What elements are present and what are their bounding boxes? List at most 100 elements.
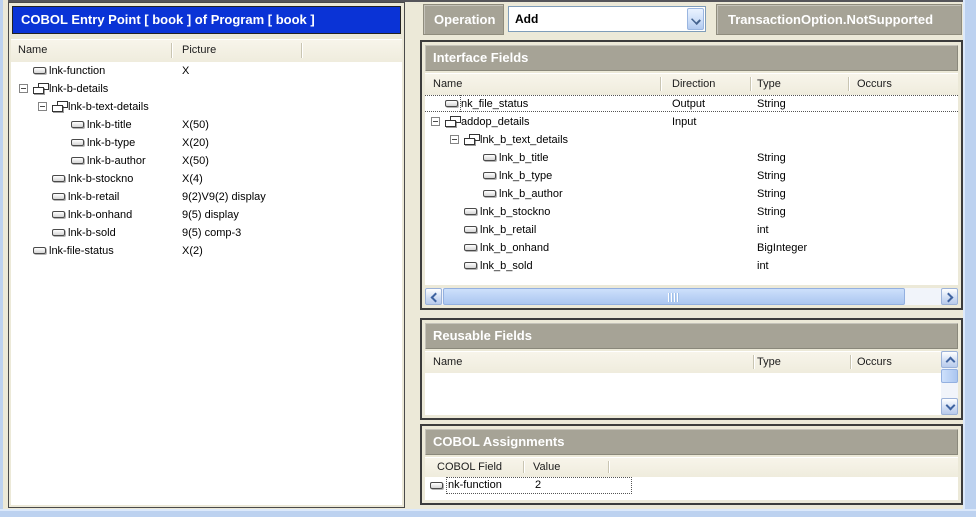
tree-row[interactable]: lnk_b_typeString: [425, 167, 958, 185]
tree-row[interactable]: nk_file_statusOutputString: [425, 95, 958, 113]
field-picture: X(50): [182, 152, 209, 170]
tree-row[interactable]: lnk-function X: [11, 62, 402, 80]
collapse-minus-icon[interactable]: [38, 102, 47, 111]
field-name: addop_details: [461, 113, 530, 131]
column-occurs[interactable]: Occurs: [857, 73, 892, 95]
field-name: lnk-b-details: [49, 80, 108, 98]
field-icon: [464, 208, 477, 215]
column-separator[interactable]: [301, 43, 302, 58]
window-border-right[interactable]: [963, 0, 976, 517]
scroll-left-button[interactable]: [425, 288, 442, 305]
column-separator[interactable]: [171, 43, 172, 58]
tree-row[interactable]: lnk-b-stockno X(4): [11, 170, 402, 188]
tree-row[interactable]: lnk-file-statusX(2): [11, 242, 402, 260]
tree-row[interactable]: lnk_b_title String: [425, 149, 958, 167]
operation-select[interactable]: Add: [508, 6, 706, 32]
tree-row[interactable]: lnk_b_text_details: [425, 131, 958, 149]
tree-row[interactable]: lnk-b-typeX(20): [11, 134, 402, 152]
column-separator[interactable]: [753, 355, 754, 369]
field-name: lnk-function: [49, 62, 105, 80]
field-icon: [52, 175, 65, 182]
column-separator[interactable]: [848, 77, 849, 91]
column-name[interactable]: Name: [18, 39, 47, 62]
field-icon: [464, 244, 477, 251]
tree-row[interactable]: lnk-b-authorX(50): [11, 152, 402, 170]
reusable-vertical-scrollbar[interactable]: [941, 351, 958, 415]
tree-row[interactable]: lnk-b-text-details: [11, 98, 402, 116]
tree-row[interactable]: lnk-b-retail 9(2)V9(2) display: [11, 188, 402, 206]
tree-row[interactable]: lnk-b-titleX(50): [11, 116, 402, 134]
scrollbar-thumb[interactable]: [941, 369, 958, 383]
column-occurs[interactable]: Occurs: [857, 351, 892, 373]
column-name[interactable]: Name: [433, 73, 462, 95]
field-name: lnk-b-stockno: [68, 170, 133, 188]
field-icon: [33, 247, 46, 254]
collapse-minus-icon[interactable]: [19, 84, 28, 93]
field-type: String: [757, 185, 786, 203]
column-type[interactable]: Type: [757, 351, 781, 373]
collapse-minus-icon[interactable]: [431, 117, 440, 126]
column-type[interactable]: Type: [757, 73, 781, 95]
field-picture: 9(2)V9(2) display: [182, 188, 266, 206]
field-picture: X: [182, 62, 189, 80]
interface-fields-group: Interface Fields Name Direction Type Occ…: [420, 40, 963, 310]
assignment-row[interactable]: nk-function 2: [425, 477, 958, 494]
arrow-up-icon: [946, 357, 956, 367]
column-cobol-field[interactable]: COBOL Field: [437, 457, 502, 477]
mapper-window: COBOL Entry Point [ book ] of Program [ …: [0, 0, 976, 517]
column-picture[interactable]: Picture: [182, 39, 216, 62]
field-name: lnk_b_onhand: [480, 239, 549, 257]
assignment-value: 2: [535, 477, 541, 494]
field-picture: 9(5) display: [182, 206, 239, 224]
cobol-assignments-list: nk-function 2: [425, 477, 958, 500]
window-border-bottom[interactable]: [0, 509, 976, 517]
tree-row[interactable]: lnk_b_authorString: [425, 185, 958, 203]
field-name: lnk_b_title: [499, 149, 549, 167]
field-type: String: [757, 95, 786, 113]
field-picture: X(20): [182, 134, 209, 152]
field-icon: [71, 157, 84, 164]
field-type: int: [757, 221, 769, 239]
field-name: lnk_b_stockno: [480, 203, 550, 221]
field-type: int: [757, 257, 769, 275]
scrollbar-thumb[interactable]: [443, 288, 905, 305]
tree-row[interactable]: lnk-b-onhand9(5) display: [11, 206, 402, 224]
field-name: lnk-b-retail: [68, 188, 119, 206]
field-icon: [483, 154, 496, 161]
field-picture: X(4): [182, 170, 203, 188]
column-separator[interactable]: [608, 461, 609, 473]
column-separator[interactable]: [750, 77, 751, 91]
tree-row[interactable]: lnk-b-sold9(5) comp-3: [11, 224, 402, 242]
tree-row[interactable]: lnk_b_soldint: [425, 257, 958, 275]
column-separator[interactable]: [523, 461, 524, 473]
tree-row[interactable]: lnk_b_retailint: [425, 221, 958, 239]
reusable-fields-list: [425, 373, 941, 415]
column-name[interactable]: Name: [433, 351, 462, 373]
cobol-assignments-title: COBOL Assignments: [425, 429, 958, 455]
tree-row[interactable]: addop_detailsInput: [425, 113, 958, 131]
group-icon: [52, 101, 68, 112]
tree-row[interactable]: lnk_b_onhand BigInteger: [425, 239, 958, 257]
field-name: lnk_b_text_details: [480, 131, 568, 149]
field-icon: [71, 139, 84, 146]
assignment-field: nk-function: [448, 477, 502, 494]
interface-horizontal-scrollbar[interactable]: [425, 288, 958, 305]
field-icon: [464, 262, 477, 269]
tree-row[interactable]: lnk-b-details: [11, 80, 402, 98]
field-type: String: [757, 149, 786, 167]
column-direction[interactable]: Direction: [672, 73, 715, 95]
field-type: String: [757, 203, 786, 221]
cobol-assignments-group: COBOL Assignments COBOL Field Value nk-f…: [420, 424, 963, 505]
field-icon: [483, 190, 496, 197]
arrow-right-icon: [944, 293, 954, 303]
scroll-up-button[interactable]: [941, 351, 958, 368]
scroll-right-button[interactable]: [941, 288, 958, 305]
column-value[interactable]: Value: [533, 457, 560, 477]
scroll-down-button[interactable]: [941, 398, 958, 415]
column-separator[interactable]: [660, 77, 661, 91]
field-type: BigInteger: [757, 239, 807, 257]
collapse-minus-icon[interactable]: [450, 135, 459, 144]
column-separator[interactable]: [850, 355, 851, 369]
tree-row[interactable]: lnk_b_stockno String: [425, 203, 958, 221]
combo-dropdown-button[interactable]: [687, 8, 704, 30]
